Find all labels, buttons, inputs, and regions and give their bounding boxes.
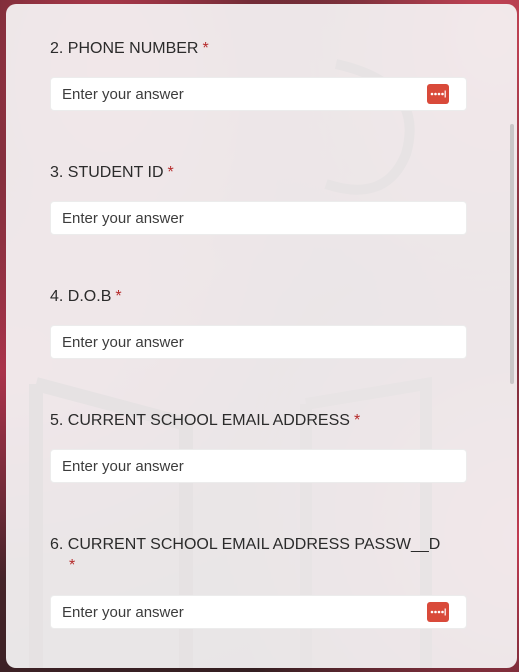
dob-input[interactable] <box>62 326 422 358</box>
question-phone-number: 2. PHONE NUMBER * <box>50 37 468 111</box>
school-email-password-input[interactable] <box>62 596 422 628</box>
required-marker: * <box>202 40 209 57</box>
question-school-email: 5. CURRENT SCHOOL EMAIL ADDRESS * <box>50 409 468 483</box>
question-dob: 4. D.O.B * <box>50 285 468 359</box>
question-student-id: 3. STUDENT ID * <box>50 161 468 235</box>
required-marker: * <box>353 412 361 429</box>
question-label: 5. CURRENT SCHOOL EMAIL ADDRESS * <box>50 412 361 429</box>
school-email-field[interactable] <box>50 449 467 483</box>
school-email-input[interactable] <box>62 450 422 482</box>
required-marker: * <box>167 164 174 181</box>
password-manager-icon[interactable] <box>427 602 449 622</box>
question-label: 6. CURRENT SCHOOL EMAIL ADDRESS PASSW__D <box>50 536 441 553</box>
question-label: 3. STUDENT ID * <box>50 164 174 181</box>
phone-number-input[interactable] <box>62 78 422 110</box>
student-id-input[interactable] <box>62 202 422 234</box>
scrollbar[interactable] <box>510 124 514 384</box>
form-card: 2. PHONE NUMBER* 3. STUDENT ID* 4. D.O.B… <box>6 4 517 668</box>
question-label: 2. PHONE NUMBER * <box>50 40 209 57</box>
question-school-email-password: 6. CURRENT SCHOOL EMAIL ADDRESS PASSW__D… <box>50 533 468 629</box>
required-marker: * <box>69 557 76 574</box>
password-manager-icon[interactable] <box>427 84 449 104</box>
dob-field[interactable] <box>50 325 467 359</box>
phone-number-field[interactable] <box>50 77 467 111</box>
question-label: 4. D.O.B * <box>50 288 122 305</box>
student-id-field[interactable] <box>50 201 467 235</box>
school-email-password-field[interactable] <box>50 595 467 629</box>
required-marker: * <box>115 288 122 305</box>
